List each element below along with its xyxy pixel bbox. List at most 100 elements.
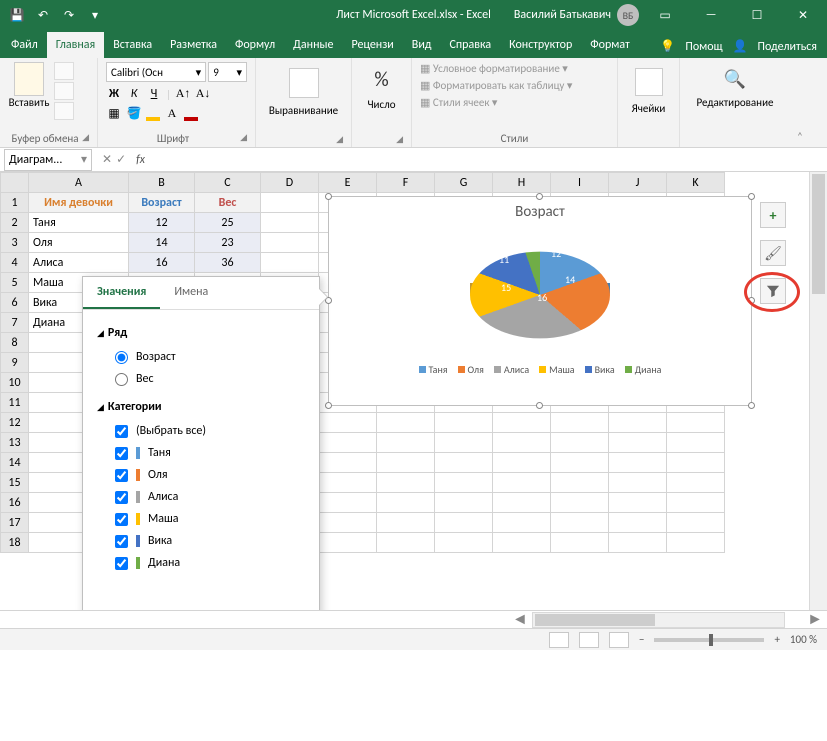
cell[interactable]: 12 [129,213,195,233]
row-header[interactable]: 14 [1,453,29,473]
cell[interactable]: 16 [129,253,195,273]
cells-button[interactable]: Ячейки [626,62,671,115]
chart-styles-button[interactable]: 🖌 [760,240,786,266]
cell[interactable] [319,433,377,453]
cell[interactable]: Возраст [129,193,195,213]
minimize-icon[interactable]: — [691,0,731,30]
cell[interactable] [319,413,377,433]
tab-insert[interactable]: Вставка [104,32,161,58]
user-avatar[interactable]: ВБ [617,4,639,26]
redo-icon[interactable]: ↷ [58,4,80,26]
row-header[interactable]: 5 [1,273,29,293]
chart-object[interactable]: Возраст 12 14 16 15 11 10 ТаняОляАлисаМа… [328,196,752,406]
save-icon[interactable]: 💾 [6,4,28,26]
undo-icon[interactable]: ↶ [32,4,54,26]
cell[interactable] [667,433,725,453]
legend-item[interactable]: Оля [458,363,484,376]
cell[interactable]: 36 [195,253,261,273]
cancel-formula-icon[interactable]: ✕ [102,152,112,167]
row-header[interactable]: 11 [1,393,29,413]
cell[interactable] [667,413,725,433]
row-header[interactable]: 9 [1,353,29,373]
cell[interactable] [435,493,493,513]
horizontal-scrollbar[interactable] [532,612,785,628]
col-header[interactable]: J [609,173,667,193]
cell[interactable] [609,513,667,533]
view-page-layout-icon[interactable] [579,632,599,648]
collapse-ribbon-icon[interactable]: ˄ [790,58,810,147]
row-header[interactable]: 1 [1,193,29,213]
scroll-right-icon[interactable]: ► [803,610,827,629]
tab-layout[interactable]: Разметка [161,32,226,58]
cell[interactable] [551,413,609,433]
zoom-out-button[interactable]: − [639,633,644,646]
cell[interactable] [377,433,435,453]
cell[interactable] [435,513,493,533]
chart-filters-button[interactable] [760,278,786,304]
font-name-select[interactable]: Calibri (Осн▾ [106,62,206,82]
cell[interactable] [435,453,493,473]
tab-help[interactable]: Справка [441,32,501,58]
view-normal-icon[interactable] [549,632,569,648]
cell[interactable] [667,513,725,533]
cell[interactable] [493,453,551,473]
row-header[interactable]: 15 [1,473,29,493]
filter-check-category[interactable]: Маша [97,508,305,530]
cell[interactable] [609,433,667,453]
row-header[interactable]: 13 [1,433,29,453]
grow-font-icon[interactable]: A↑ [175,86,191,102]
row-header[interactable]: 8 [1,333,29,353]
col-header[interactable]: A [29,173,129,193]
cell[interactable] [667,453,725,473]
cell[interactable]: Алиса [29,253,129,273]
format-as-table-button[interactable]: ▦ Форматировать как таблицу ▾ [420,79,609,92]
filter-tab-names[interactable]: Имена [160,277,222,309]
font-color-icon[interactable]: A [164,106,180,122]
tab-formulas[interactable]: Формул [226,32,284,58]
cell[interactable] [377,413,435,433]
cell[interactable] [261,253,319,273]
row-header[interactable]: 16 [1,493,29,513]
tell-me-icon[interactable]: 💡 [660,39,675,54]
cell-styles-button[interactable]: ▦ Стили ячеек ▾ [420,96,609,109]
cell[interactable] [551,433,609,453]
cell[interactable] [377,473,435,493]
cell[interactable] [551,473,609,493]
cell[interactable] [551,533,609,553]
cell[interactable] [377,453,435,473]
col-header[interactable]: G [435,173,493,193]
underline-button[interactable]: Ч [146,86,162,102]
italic-button[interactable]: К [126,86,142,102]
cell[interactable] [609,493,667,513]
close-icon[interactable]: ✕ [783,0,823,30]
shrink-font-icon[interactable]: A↓ [195,86,211,102]
worksheet-grid[interactable]: A B C D E F G H I J K 1Имя девочкиВозрас… [0,172,827,610]
cell[interactable]: Имя девочки [29,193,129,213]
cell[interactable] [493,413,551,433]
vertical-scrollbar[interactable] [809,172,827,610]
filter-radio-age[interactable]: Возраст [97,346,305,368]
filter-check-category[interactable]: Таня [97,442,305,464]
cell[interactable] [261,213,319,233]
zoom-in-button[interactable]: + [774,633,779,646]
col-header[interactable]: D [261,173,319,193]
row-header[interactable]: 6 [1,293,29,313]
cell[interactable] [377,533,435,553]
select-all-corner[interactable] [1,173,29,193]
cell[interactable] [435,433,493,453]
view-page-break-icon[interactable] [609,632,629,648]
borders-icon[interactable]: ▦ [106,106,122,122]
share-label[interactable]: Поделиться [758,40,817,54]
tab-review[interactable]: Рецензи [342,32,402,58]
cell[interactable] [319,513,377,533]
cell[interactable] [551,453,609,473]
enter-formula-icon[interactable]: ✓ [116,152,126,167]
cell[interactable] [261,193,319,213]
cell[interactable]: Оля [29,233,129,253]
cell[interactable] [435,533,493,553]
row-header[interactable]: 10 [1,373,29,393]
cell[interactable] [493,493,551,513]
fx-icon[interactable]: fx [132,153,145,167]
legend-item[interactable]: Таня [419,363,448,376]
tab-view[interactable]: Вид [403,32,441,58]
